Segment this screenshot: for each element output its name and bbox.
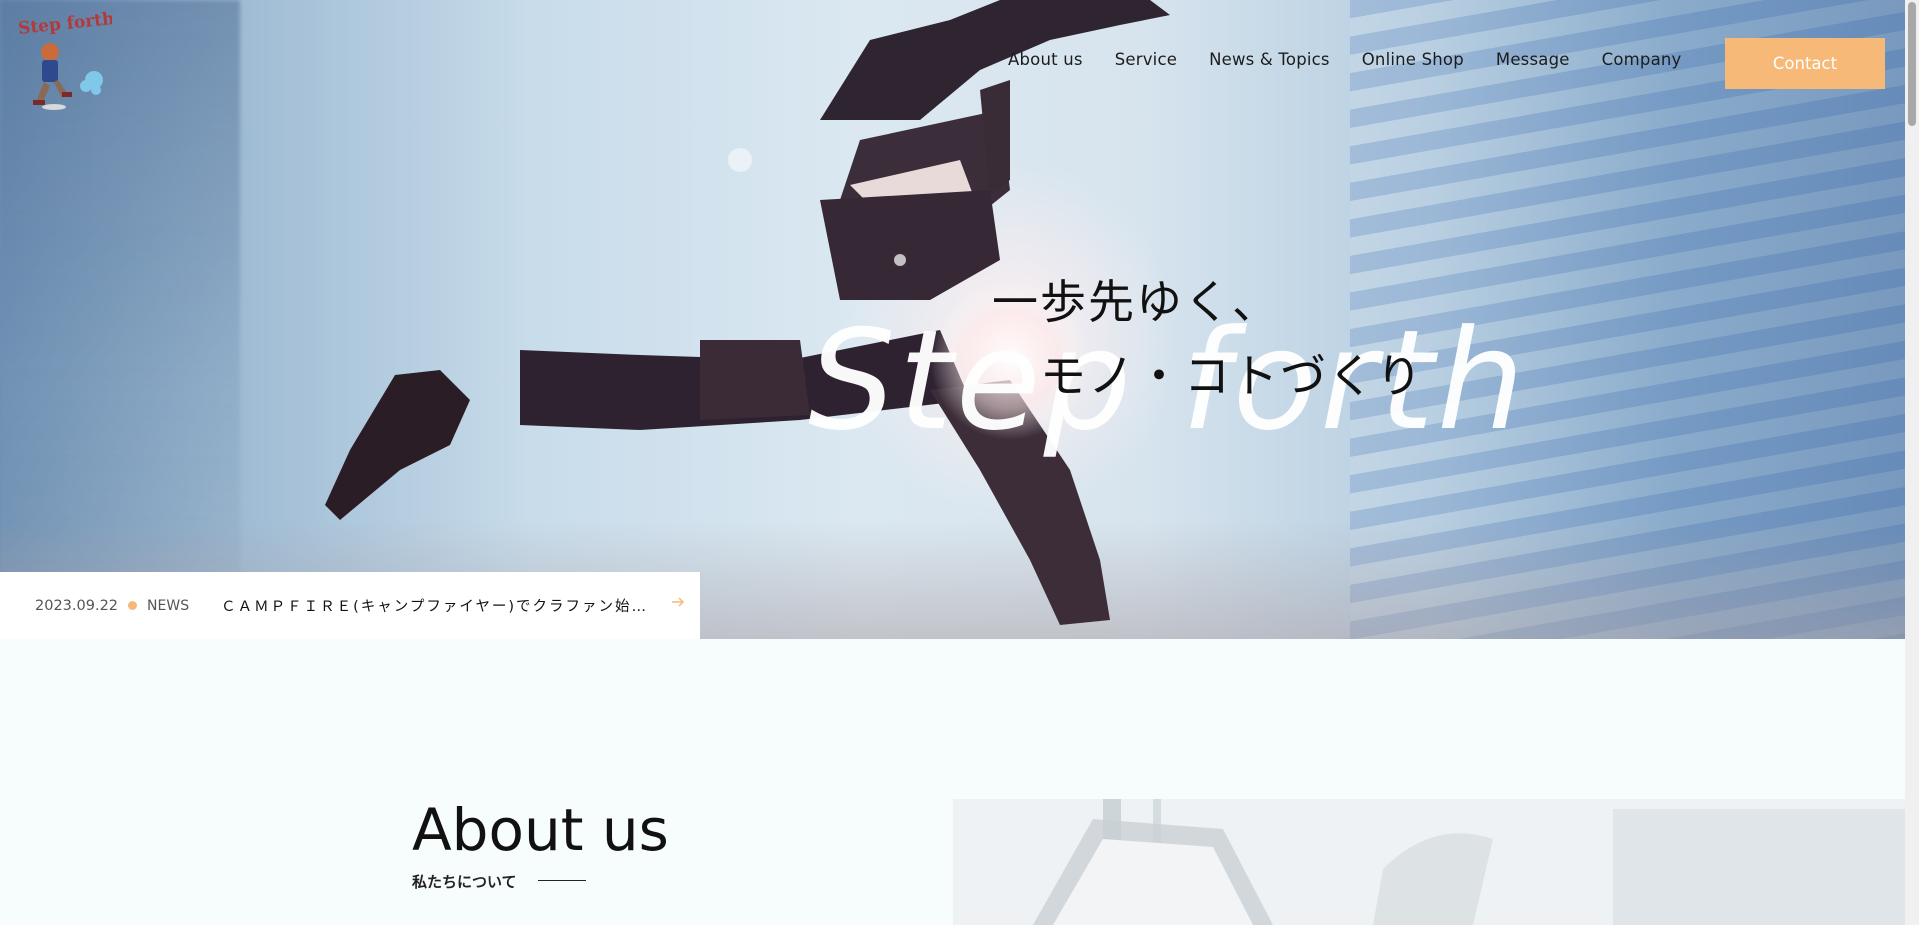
nav-online-shop[interactable]: Online Shop — [1362, 50, 1464, 69]
about-section-title: About us — [412, 796, 669, 864]
global-nav: About us Service News & Topics Online Sh… — [1008, 50, 1714, 69]
about-laptop-image — [953, 799, 1905, 925]
news-date: 2023.09.22 — [35, 597, 119, 614]
about-subtitle-divider — [538, 880, 586, 881]
hero-catchcopy-line2: モノ・コトづくり — [1040, 349, 1424, 403]
nav-message[interactable]: Message — [1496, 50, 1570, 69]
contact-button[interactable]: Contact — [1725, 38, 1885, 89]
news-title: ＣＡＭＰＦＩＲＥ(キャンプファイヤー)でクラファン始めま... — [221, 599, 652, 615]
hero-section: Step forth 一歩先ゆく、 モノ・コトづくり 2023.09.22 NE… — [0, 0, 1905, 639]
scrollbar-thumb[interactable] — [1908, 2, 1916, 126]
news-category: NEWS — [147, 597, 190, 614]
step-forth-logo-icon: Step forth — [17, 9, 115, 110]
hero-catchcopy-line1: 一歩先ゆく、 — [992, 275, 1280, 329]
svg-text:Step forth: Step forth — [17, 10, 112, 39]
nav-news-topics[interactable]: News & Topics — [1209, 50, 1330, 69]
about-section-subtitle: 私たちについて — [412, 873, 517, 891]
arrow-right-icon — [672, 597, 685, 607]
news-category-dot — [128, 601, 138, 610]
site-logo[interactable]: Step forth — [16, 9, 115, 120]
nav-about-us[interactable]: About us — [1008, 50, 1083, 69]
page-scrollbar[interactable] — [1905, 0, 1919, 925]
nav-service[interactable]: Service — [1115, 50, 1177, 69]
latest-news-link[interactable]: 2023.09.22 NEWS ＣＡＭＰＦＩＲＥ(キャンプファイヤー)でクラファ… — [0, 572, 700, 639]
nav-company[interactable]: Company — [1602, 50, 1682, 69]
